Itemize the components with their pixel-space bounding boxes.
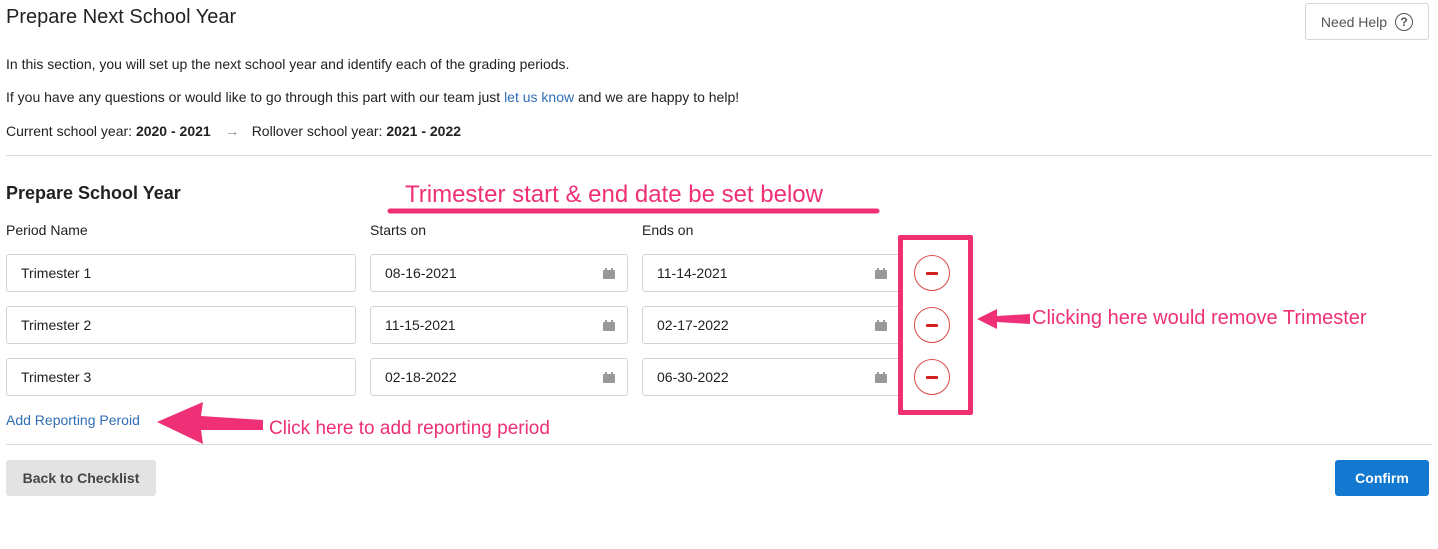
let-us-know-link[interactable]: let us know bbox=[504, 89, 574, 105]
annotation-underline bbox=[387, 208, 880, 214]
page-title: Prepare Next School Year bbox=[6, 6, 237, 28]
annotation-arrow-left-icon bbox=[157, 402, 263, 444]
column-header-end: Ends on bbox=[642, 222, 694, 238]
rollover-year-label: Rollover school year: bbox=[251, 123, 387, 139]
period-name-input[interactable]: Trimester 1 bbox=[6, 254, 356, 292]
current-year-value: 2020 - 2021 bbox=[135, 123, 211, 139]
start-date-input[interactable]: 11-15-2021 bbox=[370, 306, 628, 344]
divider bbox=[6, 155, 1432, 156]
contact-text-after: and we are happy to help! bbox=[574, 89, 740, 105]
annotation-remove-text: Clicking here would remove Trimester bbox=[1032, 307, 1367, 329]
column-header-name: Period Name bbox=[6, 222, 88, 238]
calendar-icon[interactable] bbox=[603, 371, 615, 383]
start-date-value: 08-16-2021 bbox=[385, 265, 457, 281]
calendar-icon[interactable] bbox=[875, 267, 887, 279]
current-year-label: Current school year: bbox=[6, 123, 136, 139]
end-date-value: 11-14-2021 bbox=[657, 265, 728, 281]
question-circle-icon: ? bbox=[1395, 12, 1414, 31]
end-date-input[interactable]: 11-14-2021 bbox=[642, 254, 900, 292]
period-name-value: Trimester 1 bbox=[21, 265, 92, 281]
calendar-icon[interactable] bbox=[875, 371, 887, 383]
start-date-value: 02-18-2022 bbox=[385, 369, 457, 385]
start-date-value: 11-15-2021 bbox=[385, 317, 456, 333]
period-name-input[interactable]: Trimester 2 bbox=[6, 306, 356, 344]
end-date-value: 02-17-2022 bbox=[657, 317, 729, 333]
start-date-input[interactable]: 02-18-2022 bbox=[370, 358, 628, 396]
section-title: Prepare School Year bbox=[6, 183, 181, 203]
back-to-checklist-button[interactable]: Back to Checklist bbox=[6, 460, 156, 496]
annotation-arrow-left-icon bbox=[977, 309, 1030, 329]
contact-text: If you have any questions or would like … bbox=[6, 89, 739, 105]
contact-text-before: If you have any questions or would like … bbox=[6, 89, 505, 105]
end-date-value: 06-30-2022 bbox=[657, 369, 729, 385]
need-help-button[interactable]: Need Help ? bbox=[1305, 3, 1429, 40]
end-date-input[interactable]: 06-30-2022 bbox=[642, 358, 900, 396]
end-date-input[interactable]: 02-17-2022 bbox=[642, 306, 900, 344]
calendar-icon[interactable] bbox=[875, 319, 887, 331]
rollover-year-value: 2021 - 2022 bbox=[386, 123, 462, 139]
calendar-icon[interactable] bbox=[603, 319, 615, 331]
period-name-value: Trimester 2 bbox=[21, 317, 92, 333]
arrow-right-icon: → bbox=[224, 123, 240, 140]
annotation-add-text: Click here to add reporting period bbox=[269, 418, 550, 439]
calendar-icon[interactable] bbox=[603, 267, 615, 279]
confirm-button[interactable]: Confirm bbox=[1335, 460, 1429, 496]
need-help-label: Need Help bbox=[1320, 13, 1388, 30]
add-reporting-period-link[interactable]: Add Reporting Peroid bbox=[6, 412, 140, 428]
start-date-input[interactable]: 08-16-2021 bbox=[370, 254, 628, 292]
period-name-input[interactable]: Trimester 3 bbox=[6, 358, 356, 396]
period-name-value: Trimester 3 bbox=[21, 369, 92, 385]
column-header-start: Starts on bbox=[370, 222, 427, 238]
school-year-line: Current school year: 2020 - 2021 → Rollove… bbox=[6, 123, 461, 140]
remove-buttons-highlight bbox=[898, 235, 973, 415]
intro-text: In this section, you will set up the nex… bbox=[6, 56, 570, 72]
